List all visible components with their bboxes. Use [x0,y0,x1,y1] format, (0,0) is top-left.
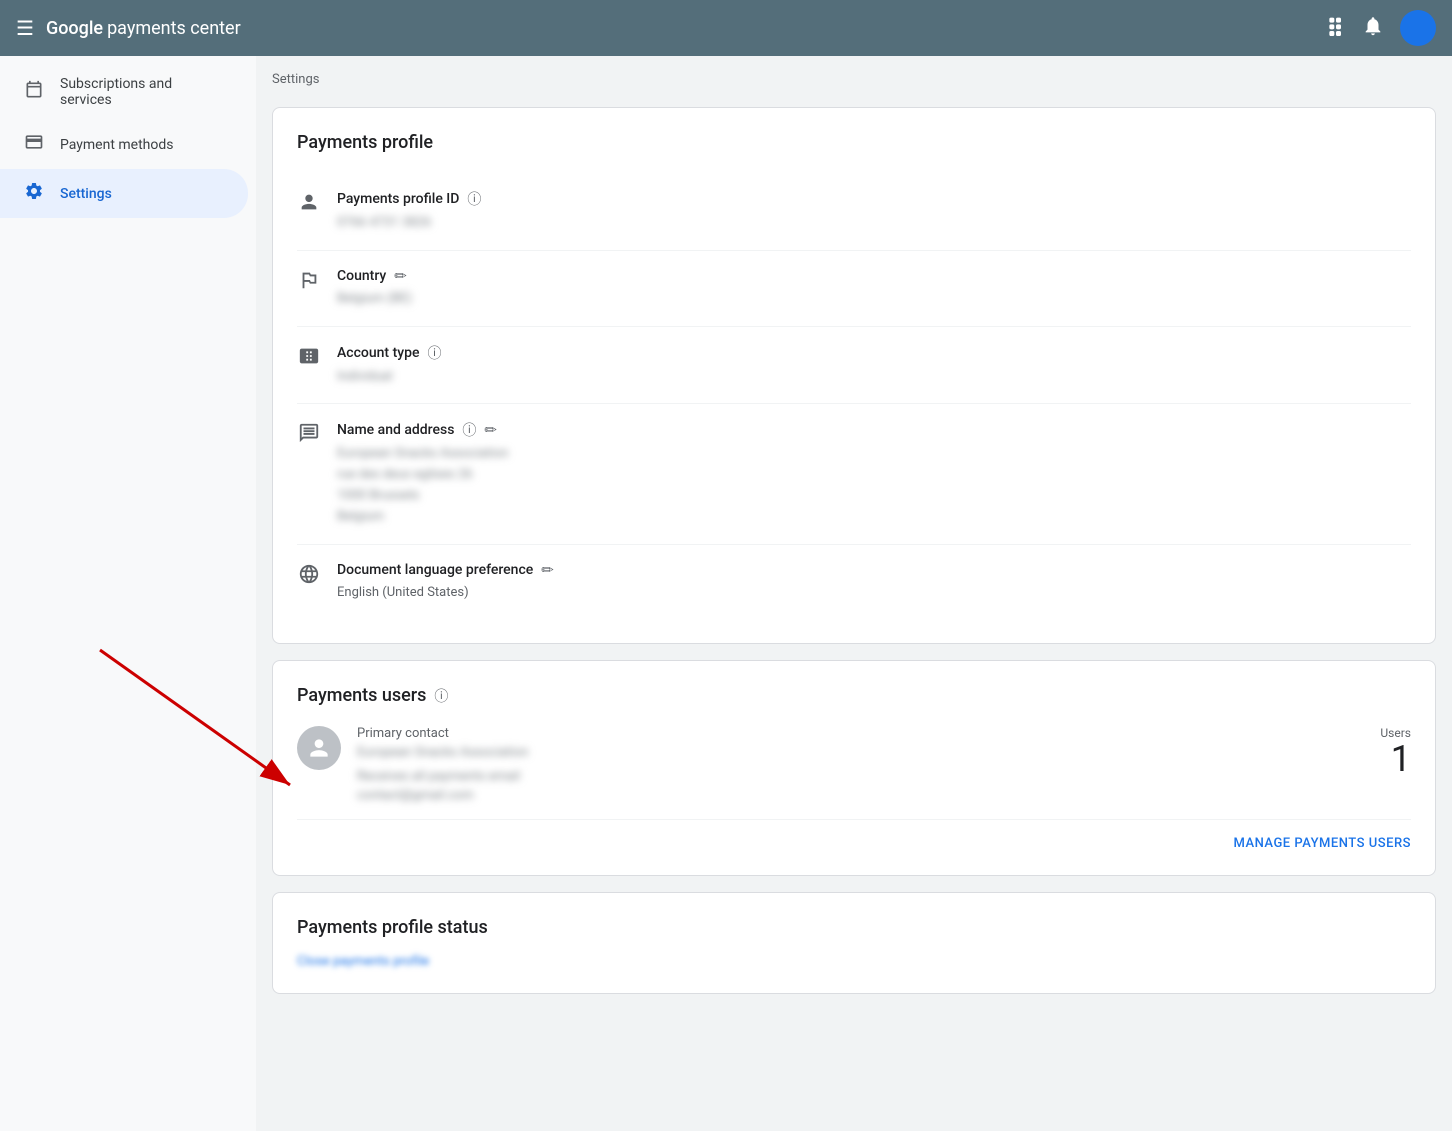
name-address-label: Name and address ⓘ ✏ [337,420,1411,440]
hamburger-icon[interactable]: ☰ [16,16,34,40]
profile-id-content: Payments profile ID ⓘ 0766 4731 3826 [337,189,1411,234]
name-address-content: Name and address ⓘ ✏ European Snacks Ass… [337,420,1411,527]
flag-icon [297,269,321,296]
user-receives: Receives all payments email [357,765,528,788]
account-type-content: Account type ⓘ Individual [337,343,1411,388]
country-content: Country ✏ Belgium (BE) [337,267,1411,310]
credit-card-icon [24,132,44,157]
notifications-icon[interactable] [1362,15,1384,42]
users-count: Users 1 [1380,726,1411,780]
close-payments-profile-link[interactable]: Close payments profile [297,954,429,969]
profile-id-info-icon[interactable]: ⓘ [467,189,481,209]
payments-users-card: Payments users ⓘ Primary contact Europea… [272,660,1436,876]
calendar-icon [24,80,44,105]
doc-lang-row: Document language preference ✏ English (… [297,545,1411,620]
doc-lang-label: Document language preference ✏ [337,561,1411,579]
payments-profile-card: Payments profile Payments profile ID ⓘ 0… [272,107,1436,644]
payments-users-title: Payments users [297,685,426,706]
user-email: contact@gmail.com [357,788,528,803]
doc-lang-edit-icon[interactable]: ✏ [541,561,554,579]
sidebar-settings-label: Settings [60,186,112,202]
name-address-row: Name and address ⓘ ✏ European Snacks Ass… [297,404,1411,544]
sidebar-item-subscriptions[interactable]: Subscriptions and services [0,64,248,120]
app-header: ☰ Google payments center [0,0,1452,56]
sidebar-item-settings[interactable]: Settings [0,169,248,218]
main-content: Settings Payments profile Payments profi… [256,56,1452,1131]
name-address-value: European Snacks Association rue des deux… [337,444,1411,527]
user-role: Primary contact [357,726,528,741]
settings-icon [24,181,44,206]
doc-lang-value: English (United States) [337,583,1411,604]
profile-id-row: Payments profile ID ⓘ 0766 4731 3826 [297,173,1411,251]
country-edit-icon[interactable]: ✏ [394,267,407,285]
payments-profile-status-title: Payments profile status [297,917,1411,938]
payments-users-info-icon[interactable]: ⓘ [434,686,448,706]
account-type-value: Individual [337,367,1411,388]
user-left: Primary contact European Snacks Associat… [297,726,528,803]
user-info: Primary contact European Snacks Associat… [357,726,528,803]
payments-profile-status-card: Payments profile status Close payments p… [272,892,1436,994]
manage-payments-users-link[interactable]: MANAGE PAYMENTS USERS [1233,836,1411,851]
profile-id-label: Payments profile ID ⓘ [337,189,1411,209]
account-type-row: Account type ⓘ Individual [297,327,1411,405]
name-address-info-icon[interactable]: ⓘ [462,420,476,440]
product-name: payments center [107,18,241,39]
sidebar-item-payment-methods[interactable]: Payment methods [0,120,248,169]
account-type-label: Account type ⓘ [337,343,1411,363]
sidebar-subscriptions-label: Subscriptions and services [60,76,224,108]
apps-icon[interactable] [1326,16,1346,41]
account-type-info-icon[interactable]: ⓘ [427,343,441,363]
name-address-edit-icon[interactable]: ✏ [484,421,497,439]
users-number: 1 [1380,740,1411,780]
doc-lang-content: Document language preference ✏ English (… [337,561,1411,604]
address-icon [297,422,321,449]
google-label: Google [46,18,103,39]
payments-profile-title: Payments profile [297,132,1411,153]
sidebar: Subscriptions and services Payment metho… [0,56,256,1131]
user-name: European Snacks Association [357,741,528,764]
app-title: Google payments center [46,18,241,39]
sidebar-payment-methods-label: Payment methods [60,137,173,153]
country-value: Belgium (BE) [337,289,1411,310]
id-card-icon [297,345,321,372]
country-row: Country ✏ Belgium (BE) [297,251,1411,327]
manage-payments-users-section: MANAGE PAYMENTS USERS [297,819,1411,851]
profile-id-value: 0766 4731 3826 [337,213,1411,234]
user-avatar[interactable] [1400,10,1436,46]
country-label: Country ✏ [337,267,1411,285]
breadcrumb: Settings [272,64,1436,95]
globe-icon [297,563,321,590]
users-card-body: Primary contact European Snacks Associat… [297,726,1411,803]
user-avatar-icon [297,726,341,770]
person-icon [297,191,321,218]
